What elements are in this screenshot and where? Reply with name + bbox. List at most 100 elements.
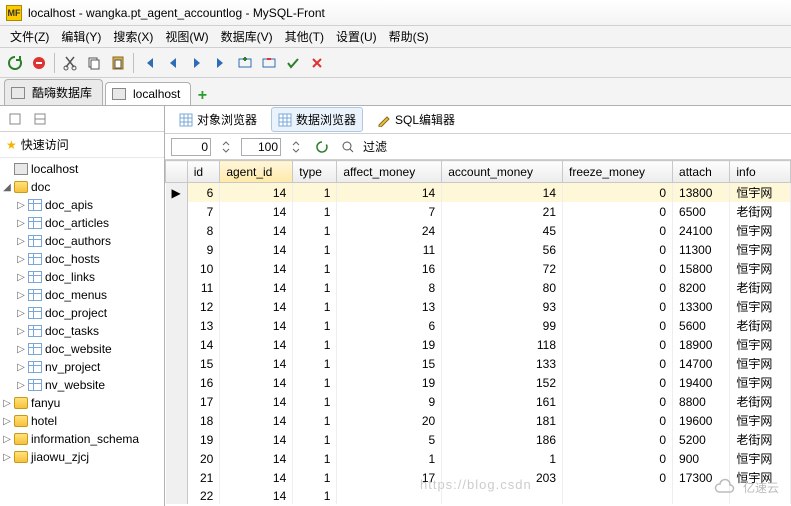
pencil-icon [377,113,391,127]
stop-button[interactable] [28,52,50,74]
tab-object-browser[interactable]: 对象浏览器 [173,108,263,131]
table-row[interactable]: 1614119152019400恒宇网 [166,373,791,392]
tree-table-doc_hosts[interactable]: ▷doc_hosts [0,250,164,268]
tree-table-nv_website[interactable]: ▷ nv_website [0,376,164,394]
tree-db-information_schema[interactable]: ▷ information_schema [0,430,164,448]
quick-access[interactable]: ★ 快速访问 [0,132,164,158]
nav-first-button[interactable] [138,52,160,74]
tree-db-doc[interactable]: ◢doc [0,178,164,196]
tree-twist-icon[interactable]: ▷ [0,416,14,427]
col-type[interactable]: type [293,161,337,183]
col-freeze_money[interactable]: freeze_money [563,161,673,183]
table-row[interactable]: 1314169905600老街网 [166,316,791,335]
table-row[interactable]: ▶61411414013800恒宇网 [166,183,791,203]
table-row[interactable]: 714172106500老街网 [166,202,791,221]
sidebar-tool-1[interactable] [4,108,26,130]
table-icon [28,253,42,265]
tree-table-doc_website[interactable]: ▷doc_website [0,340,164,358]
paste-button[interactable] [107,52,129,74]
delete-row-button[interactable] [258,52,280,74]
tree-twist-icon[interactable]: ▷ [14,236,28,247]
sidebar-tool-2[interactable] [29,108,51,130]
tree-twist-icon[interactable]: ▷ [14,380,28,391]
col-affect_money[interactable]: affect_money [337,161,442,183]
col-account_money[interactable]: account_money [442,161,563,183]
data-grid[interactable]: idagent_idtypeaffect_moneyaccount_moneyf… [165,160,791,506]
menu-help[interactable]: 帮助(S) [383,28,435,45]
menu-other[interactable]: 其他(T) [279,28,330,45]
tree-twist-icon[interactable]: ▷ [14,218,28,229]
tab-data-browser[interactable]: 数据浏览器 [271,107,363,132]
filter-refresh-button[interactable] [311,136,333,158]
tree-db-hotel[interactable]: ▷hotel [0,412,164,430]
tree-twist-icon[interactable]: ▷ [14,326,28,337]
tree-table-nv_project[interactable]: ▷nv_project [0,358,164,376]
limit-from-input[interactable] [171,138,211,156]
tree-table-doc_authors[interactable]: ▷doc_authors [0,232,164,250]
tree-twist-icon[interactable]: ▷ [14,290,28,301]
table-row[interactable]: 1414119118018900恒宇网 [166,335,791,354]
spin-from[interactable] [215,136,237,158]
table-row[interactable]: 101411672015800恒宇网 [166,259,791,278]
tree-table-doc_articles[interactable]: ▷doc_articles [0,214,164,232]
menu-search[interactable]: 搜索(X) [107,28,159,45]
col-id[interactable]: id [187,161,220,183]
table-row[interactable]: 1814120181019600恒宇网 [166,411,791,430]
tab-localhost[interactable]: localhost [105,82,191,105]
tree-twist-icon[interactable]: ▷ [0,398,14,409]
col-info[interactable]: info [730,161,791,183]
table-row[interactable]: 1114188008200老街网 [166,278,791,297]
menu-database[interactable]: 数据库(V) [215,28,279,45]
menu-settings[interactable]: 设置(U) [330,28,383,45]
refresh-button[interactable] [4,52,26,74]
table-row[interactable]: 19141518605200老街网 [166,430,791,449]
tree-twist-icon[interactable]: ▷ [0,434,14,445]
tree-table-doc_tasks[interactable]: ▷doc_tasks [0,322,164,340]
table-row[interactable]: 81412445024100恒宇网 [166,221,791,240]
tree-host[interactable]: localhost [0,160,164,178]
table-icon [28,325,42,337]
menu-file[interactable]: 文件(Z) [4,28,55,45]
nav-last-button[interactable] [210,52,232,74]
tree-twist-icon[interactable]: ▷ [14,272,28,283]
tree-twist-icon[interactable]: ▷ [14,254,28,265]
table-row[interactable]: 91411156011300恒宇网 [166,240,791,259]
post-edit-button[interactable] [282,52,304,74]
insert-row-button[interactable] [234,52,256,74]
tree-twist-icon[interactable]: ▷ [0,452,14,463]
nav-next-button[interactable] [186,52,208,74]
tree-twist-icon[interactable]: ▷ [14,200,28,211]
col-agent_id[interactable]: agent_id [220,161,293,183]
tree-twist-icon[interactable]: ▷ [14,362,28,373]
table-row[interactable]: 121411393013300恒宇网 [166,297,791,316]
tree-table-doc_links[interactable]: ▷doc_links [0,268,164,286]
nav-prev-button[interactable] [162,52,184,74]
copy-button[interactable] [83,52,105,74]
tab-sql-editor[interactable]: SQL编辑器 [371,108,461,131]
tree-twist-icon[interactable]: ▷ [14,344,28,355]
tab-kuhai-db[interactable]: 酷嗨数据库 [4,79,103,105]
host-icon [14,163,28,175]
tree-table-doc_project[interactable]: ▷doc_project [0,304,164,322]
cut-button[interactable] [59,52,81,74]
menu-edit[interactable]: 编辑(Y) [55,28,107,45]
spin-to[interactable] [285,136,307,158]
col-attach[interactable]: attach [673,161,730,183]
tree-label: nv_website [45,378,105,392]
cancel-edit-button[interactable] [306,52,328,74]
filter-search-button[interactable] [337,136,359,158]
tree-label: jiaowu_zjcj [31,450,89,464]
tree-db-fanyu[interactable]: ▷fanyu [0,394,164,412]
tree-db-jiaowu_zjcj[interactable]: ▷ jiaowu_zjcj [0,448,164,466]
tree-table-doc_menus[interactable]: ▷doc_menus [0,286,164,304]
limit-to-input[interactable] [241,138,281,156]
table-row[interactable]: 1514115133014700恒宇网 [166,354,791,373]
menu-view[interactable]: 视图(W) [159,28,214,45]
table-row[interactable]: 20141110900恒宇网 [166,449,791,468]
tree-twist-icon[interactable]: ◢ [0,182,14,193]
tree-label: information_schema [31,432,139,446]
add-tab-button[interactable]: + [193,87,211,105]
tree-table-doc_apis[interactable]: ▷doc_apis [0,196,164,214]
table-row[interactable]: 17141916108800老街网 [166,392,791,411]
tree-twist-icon[interactable]: ▷ [14,308,28,319]
